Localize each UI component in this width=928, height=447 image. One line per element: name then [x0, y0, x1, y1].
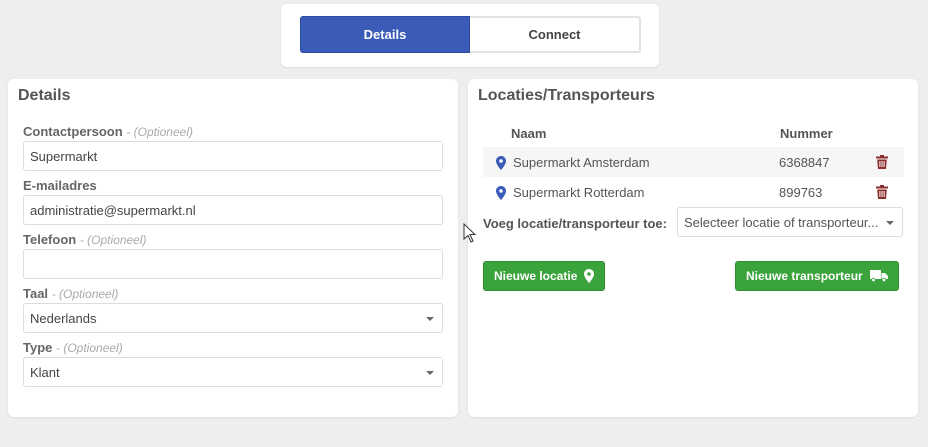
contactpersoon-label: Contactpersoon - (Optioneel) — [23, 124, 193, 139]
new-transporter-label: Nieuwe transporteur — [746, 269, 863, 283]
locations-title: Locaties/Transporteurs — [478, 87, 655, 104]
taal-value: Nederlands — [30, 310, 97, 326]
column-number-header: Nummer — [780, 126, 833, 141]
location-number: 899763 — [779, 184, 823, 200]
taal-select[interactable]: Nederlands — [23, 303, 443, 333]
add-location-label: Voeg locatie/transporteur toe: — [483, 216, 667, 231]
telefoon-label: Telefoon - (Optioneel) — [23, 232, 147, 247]
chevron-down-icon — [426, 371, 434, 375]
new-location-button[interactable]: Nieuwe locatie — [483, 261, 606, 291]
chevron-down-icon — [886, 221, 894, 225]
type-label: Type - (Optioneel) — [23, 340, 123, 355]
location-row: Supermarkt Amsterdam 6368847 — [483, 147, 904, 177]
email-input[interactable]: administratie@supermarkt.nl — [23, 195, 443, 225]
location-number: 6368847 — [779, 154, 830, 170]
location-row: Supermarkt Rotterdam 899763 — [483, 177, 904, 207]
trash-icon[interactable] — [876, 155, 888, 169]
details-title: Details — [18, 87, 71, 104]
map-pin-icon — [496, 186, 506, 200]
telefoon-input[interactable] — [23, 249, 443, 279]
new-location-label: Nieuwe locatie — [494, 269, 578, 283]
chevron-down-icon — [426, 317, 434, 321]
tab-connect[interactable]: Connect — [470, 16, 641, 53]
type-value: Klant — [30, 364, 60, 380]
contactpersoon-input[interactable]: Supermarkt — [23, 141, 443, 171]
location-name: Supermarkt Rotterdam — [513, 184, 645, 200]
tab-bar: Details Connect — [281, 4, 659, 67]
map-pin-icon — [496, 156, 506, 170]
email-label: E-mailadres — [23, 178, 97, 193]
truck-icon — [869, 270, 888, 282]
add-location-select[interactable]: Selecteer locatie of transporteur... — [677, 207, 903, 237]
tab-details[interactable]: Details — [300, 16, 470, 53]
trash-icon[interactable] — [876, 185, 888, 199]
locations-panel: Locaties/Transporteurs Naam Nummer Super… — [468, 79, 918, 417]
map-pin-icon — [584, 269, 595, 283]
column-name-header: Naam — [511, 126, 547, 141]
add-location-placeholder: Selecteer locatie of transporteur... — [684, 214, 879, 230]
details-panel: Details Contactpersoon - (Optioneel) Sup… — [8, 79, 458, 417]
taal-label: Taal - (Optioneel) — [23, 286, 119, 301]
new-transporter-button[interactable]: Nieuwe transporteur — [735, 261, 899, 291]
type-select[interactable]: Klant — [23, 357, 443, 387]
mouse-cursor-icon — [463, 223, 477, 243]
location-name: Supermarkt Amsterdam — [513, 154, 650, 170]
